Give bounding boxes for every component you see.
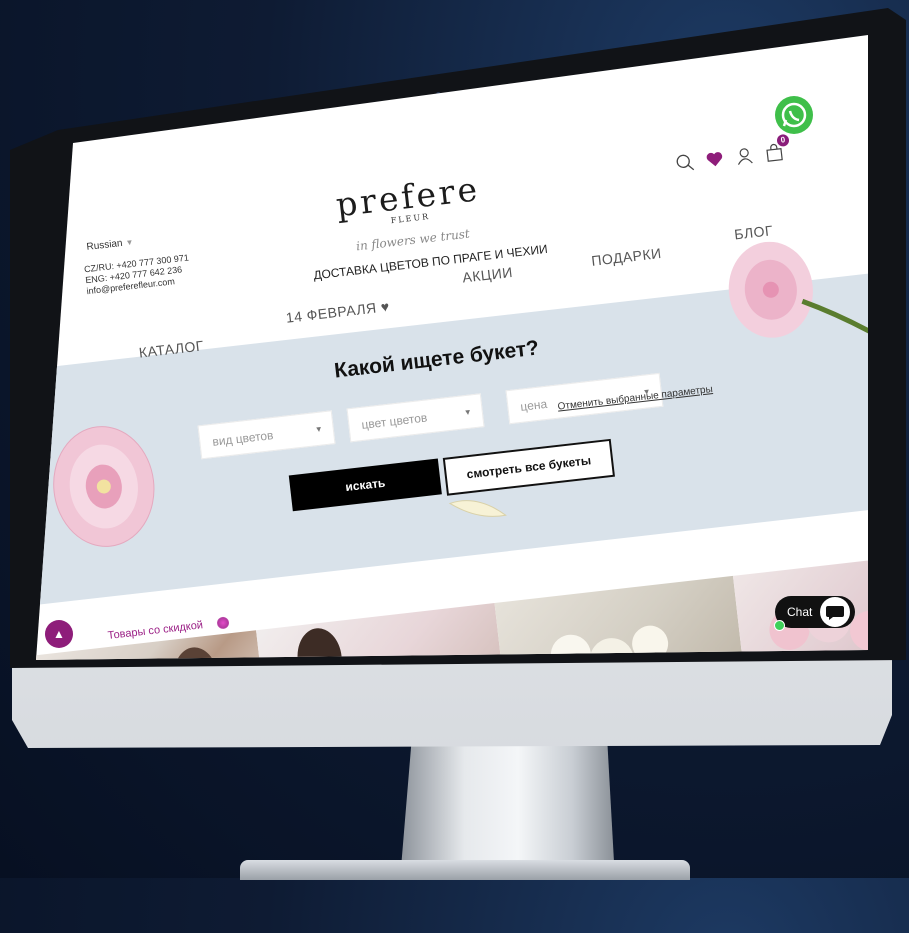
price-placeholder: цена [519, 396, 548, 414]
search-icon[interactable] [675, 153, 695, 173]
cart-icon[interactable]: 0 [764, 133, 790, 163]
sparkle-icon [216, 616, 230, 630]
chevron-down-icon: ▼ [125, 237, 134, 248]
flower-color-placeholder: цвет цветов [360, 410, 428, 432]
language-label: Russian [86, 237, 124, 253]
nav-feb14[interactable]: 14 ФЕВРАЛЯ ♥ [285, 298, 390, 326]
chevron-up-icon: ▲ [53, 627, 65, 641]
nav-promotions[interactable]: АКЦИИ [462, 264, 514, 286]
nav-gifts[interactable]: ПОДАРКИ [591, 245, 663, 269]
language-selector[interactable]: Russian ▼ [86, 237, 134, 253]
user-icon[interactable] [735, 146, 755, 166]
delivery-text: ДОСТАВКА ЦВЕТОВ ПО ПРАГЕ И ЧЕХИИ [312, 241, 549, 283]
chat-label: Chat [787, 605, 813, 619]
dahlia-left-image [53, 426, 155, 547]
monitor-stand-base [240, 860, 690, 880]
chevron-down-icon: ▼ [463, 407, 473, 418]
whatsapp-icon [781, 102, 807, 128]
logo[interactable]: prefere FLEUR [332, 169, 486, 232]
cart-count-badge: 0 [776, 133, 790, 148]
dahlia-right-image [728, 241, 868, 343]
contacts: CZ/RU: +420 777 300 971 ENG: +420 777 64… [84, 252, 192, 297]
whatsapp-button[interactable] [775, 96, 813, 134]
chat-bubble-icon [820, 597, 850, 627]
heart-icon[interactable] [705, 149, 725, 169]
header-icons: 0 [675, 133, 790, 173]
scroll-to-top-button[interactable]: ▲ [45, 620, 73, 648]
flower-type-placeholder: вид цветов [211, 428, 275, 449]
chevron-down-icon: ▼ [314, 424, 324, 435]
monitor-stand [400, 725, 615, 880]
online-status-dot [774, 620, 785, 631]
